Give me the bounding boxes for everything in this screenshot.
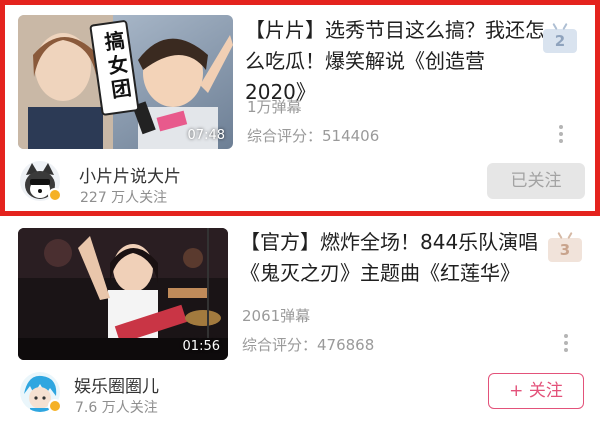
video-title[interactable]: 【官方】燃炸全场！844乐队演唱《鬼灭之刃》主题曲《红莲华》	[240, 227, 540, 289]
rank-number: 3	[559, 241, 571, 259]
video-duration: 07:48	[187, 128, 225, 143]
composite-score: 综合评分：476868	[242, 336, 375, 354]
video-card[interactable]: 01:56 【官方】燃炸全场！844乐队演唱《鬼灭之刃》主题曲《红莲华》 3 2…	[0, 216, 600, 430]
danmu-count: 2061弹幕	[242, 307, 311, 325]
more-options-icon[interactable]	[559, 125, 563, 146]
tv-antenna-icon	[552, 22, 558, 31]
tv-antenna-icon	[567, 231, 573, 240]
uploader-name[interactable]: 娱乐圈圈儿	[74, 372, 159, 397]
rank-badge: 3	[548, 231, 582, 262]
follower-count: 7.6 万人关注	[75, 400, 158, 416]
video-title[interactable]: 【片片】选秀节目这么搞？我还怎么吃瓜！爆笑解说《创造营2020》	[245, 15, 545, 108]
rank-number: 2	[554, 32, 566, 50]
video-thumbnail[interactable]: 01:56	[18, 228, 228, 360]
follower-count: 227 万人关注	[80, 190, 168, 206]
danmu-count: 1万弹幕	[247, 98, 302, 116]
follow-button[interactable]: + 关注	[488, 373, 584, 409]
rank-badge: 2	[543, 22, 577, 53]
more-options-icon[interactable]	[564, 334, 568, 355]
verified-badge-icon	[48, 188, 62, 202]
composite-score: 综合评分：514406	[247, 127, 380, 145]
verified-badge-icon	[48, 399, 62, 413]
video-duration: 01:56	[182, 339, 220, 354]
tv-antenna-icon	[557, 231, 563, 240]
tv-antenna-icon	[562, 22, 568, 31]
video-card[interactable]: 搞女团 07:48 【片片】选秀节目这么搞？我还怎么吃瓜！爆笑解说《创造营202…	[0, 0, 600, 216]
followed-button[interactable]: 已关注	[487, 163, 585, 199]
video-thumbnail[interactable]: 搞女团 07:48	[18, 15, 233, 149]
uploader-name[interactable]: 小片片说大片	[79, 162, 181, 187]
